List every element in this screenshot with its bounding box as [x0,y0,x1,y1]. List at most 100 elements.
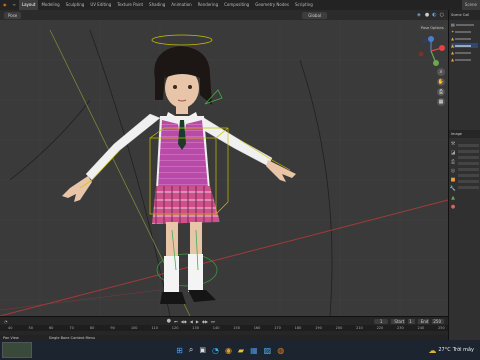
viewport-header: Pose Global ◈ ● ◐ ○ [0,10,448,20]
timeline-tick-label: 90 [110,326,115,330]
timeline-tick-label: 50 [28,326,33,330]
jump-end-icon[interactable]: ⏭ [211,319,215,324]
end-frame-field[interactable]: 250 [432,318,444,324]
playback-dropdown[interactable]: ◔ [4,319,8,324]
timeline-tick-label: 210 [356,326,363,330]
search-icon[interactable]: ⌕ [189,345,193,355]
windows-start-icon[interactable]: ⊞ [176,346,183,355]
character-skirt [152,186,220,224]
timeline-tick-label: 180 [294,326,302,330]
task-view-icon[interactable]: ▣ [199,346,206,354]
play-reverse-icon[interactable]: ◀ [190,319,193,324]
blender-logo-icon[interactable]: ◉ [0,0,10,10]
pan-hand-icon[interactable]: ✋ [437,78,445,86]
timeline-ruler[interactable]: 40 50 60 70 80 90 100 110 120 130 140 150 160 170 180 1… [0,325,448,331]
timeline-tick-label: 60 [48,326,54,330]
workspace-tab[interactable]: Animation [168,0,194,10]
workspace-tab[interactable]: Compositing [221,0,252,10]
workspace-tab[interactable]: Geometry Nodes [252,0,292,10]
left-arm [85,113,161,181]
workspace-tab[interactable]: Rendering [195,0,221,10]
armature-icon: ✦ [451,29,455,34]
timeline-tick-label: 190 [315,326,322,330]
viewport-scene [0,20,448,316]
workspace-tab[interactable]: UV Editing [87,0,114,10]
scene-selector[interactable]: Scene [461,0,480,10]
collection-icon: ▤ [451,22,455,27]
workspace-tab[interactable]: Scripting [292,0,316,10]
taskbar-thumbnail[interactable] [2,342,32,358]
properties-header: Image [451,132,462,136]
head-control-ring[interactable] [151,34,213,46]
grid-toggle-icon[interactable]: ▦ [437,98,445,106]
next-key-icon[interactable]: ◆▶ [202,319,208,324]
workspace-bar: ◉ ≡ Layout Modeling Sculpting UV Editing Tex… [0,0,480,10]
shading-solid-icon[interactable]: ● [425,12,429,18]
weather-text: Trời mây [452,347,474,353]
taskbar: ⊞ ⌕ ▣ ◔ ◉ ▰ ▦ ▨ ◍ ☁ 27°C Trời mây [0,340,480,360]
timeline-tick-label: 40 [8,326,13,330]
record-icon[interactable]: ● [167,318,171,324]
render-tab-icon[interactable]: ◪ [451,150,456,156]
workspace-tab[interactable]: Modeling [38,0,62,10]
mesh-icon: ▲ [451,57,455,62]
material-tab-icon[interactable]: ● [451,204,455,210]
play-icon[interactable]: ▶ [196,319,199,324]
3d-viewport[interactable]: Pose Options ⌕ ✋ ⎙ ▦ [0,20,448,316]
timeline-tick-label: 170 [274,326,281,330]
scene-tab-icon[interactable]: ◎ [451,168,455,174]
shading-material-icon[interactable]: ◐ [432,12,436,18]
right-arm [199,117,273,167]
output-tab-icon[interactable]: ⎙ [451,159,455,165]
right-hand [266,160,296,182]
start-label: Start [391,318,406,324]
timeline-tick-label: 130 [192,326,199,330]
workspace-tab[interactable]: Texture Paint [114,0,146,10]
workspace-tab[interactable]: Sculpting [63,0,88,10]
timeline-tick-label: 70 [69,326,74,330]
zoom-icon[interactable]: ⌕ [437,68,445,76]
photos-icon[interactable]: ▨ [264,346,272,355]
overlay-toggle-icon[interactable]: ◈ [417,12,421,18]
jump-start-icon[interactable]: ⏮ [174,319,178,324]
edge-icon[interactable]: ◔ [212,346,219,355]
taskbar-apps: ⊞ ⌕ ▣ ◔ ◉ ▰ ▦ ▨ ◍ [176,345,284,355]
timeline-tick-label: 100 [130,326,138,330]
selected-object-icon: ▲ [451,43,455,48]
blender-icon[interactable]: ◍ [277,346,284,355]
tool-tab-icon[interactable]: ⚒ [451,141,455,147]
timeline[interactable]: ◔ ● ⏮ ◀◆ ◀ ▶ ◆▶ ⏭ 1 Start 1 End 250 40 50… [0,316,448,341]
temperature: 27°C [438,347,451,353]
transform-orientation-dropdown[interactable]: Global [302,11,328,19]
chrome-icon[interactable]: ◉ [225,346,232,355]
timeline-tick-label: 140 [212,326,220,330]
properties-content[interactable] [457,138,480,210]
file-menu[interactable]: ≡ [10,0,19,10]
explorer-icon[interactable]: ▰ [238,346,244,355]
shading-rendered-icon[interactable]: ○ [440,12,444,18]
timeline-tick-label: 240 [417,326,425,330]
object-tab-icon[interactable]: ■ [451,177,456,183]
left-shoe [160,292,186,304]
left-sock [164,256,179,294]
right-panel: Scene Coll ▤ ✦ ▲ ▲ ▲ ▲ Image ⚒ ◪ ⎙ ◎ ■ 🔧… [448,10,480,340]
navigation-gizmo[interactable] [416,36,446,66]
prev-key-icon[interactable]: ◀◆ [181,319,187,324]
workspace-tab[interactable]: Shading [146,0,168,10]
current-frame-field[interactable]: 1 [373,318,389,324]
pose-options-button[interactable]: Pose Options [418,25,447,31]
modifier-tab-icon[interactable]: 🔧 [450,186,456,192]
start-frame-field[interactable]: 1 [408,318,415,324]
mode-selector[interactable]: Pose [4,11,22,19]
timeline-tick-label: 220 [376,326,384,330]
timeline-tick-label: 160 [253,326,261,330]
data-tab-icon[interactable]: ▲ [451,195,455,201]
timeline-tick-label: 250 [438,326,445,330]
mesh-icon: ▲ [451,50,455,55]
workspace-tab[interactable]: Layout [18,0,39,10]
store-icon[interactable]: ▦ [250,346,258,355]
camera-view-icon[interactable]: ⎙ [437,88,445,96]
end-label: End [417,318,430,324]
outliner-list[interactable]: ▤ ✦ ▲ ▲ ▲ ▲ [449,20,480,120]
properties-tabs[interactable]: ⚒ ◪ ⎙ ◎ ■ 🔧 ▲ ● [449,138,457,210]
